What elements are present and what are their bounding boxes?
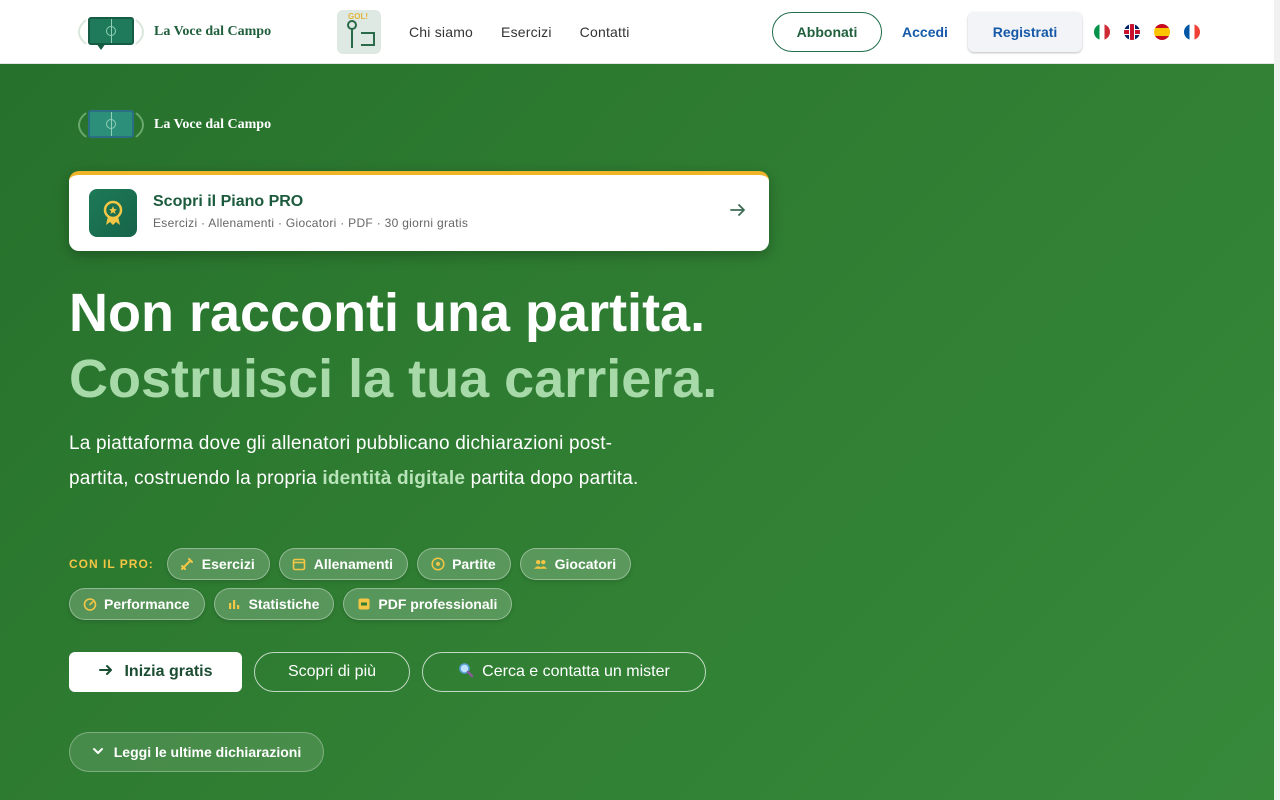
- chip-label: Allenamenti: [313, 556, 394, 572]
- flag-fr-icon[interactable]: [1184, 24, 1200, 40]
- lead-text-end: partita dopo partita.: [465, 468, 639, 489]
- arrow-right-icon: [98, 662, 114, 683]
- chip-allenamenti[interactable]: Allenamenti: [278, 548, 409, 580]
- chip-partite[interactable]: Partite: [417, 548, 511, 580]
- inizia-gratis-label: Inizia gratis: [124, 663, 213, 680]
- pro-label: CON IL PRO:: [69, 557, 154, 571]
- hero-headline: Non racconti una partita. Costruisci la …: [69, 280, 717, 412]
- inizia-gratis-button[interactable]: Inizia gratis: [69, 652, 242, 692]
- top-header: La Voce dal Campo GOL! Chi siamo Eserciz…: [0, 0, 1274, 64]
- logo-text: La Voce dal Campo: [154, 24, 272, 39]
- chevron-down-icon: [92, 744, 104, 760]
- chip-label: Giocatori: [554, 556, 617, 572]
- pro-plan-title: Scopri il Piano PRO: [153, 193, 304, 210]
- nav-contatti[interactable]: Contatti: [580, 24, 630, 40]
- magnifier-icon: [458, 662, 474, 683]
- chip-esercizi[interactable]: Esercizi: [166, 548, 270, 580]
- flag-gb-icon[interactable]: [1124, 24, 1140, 40]
- hero-logo: La Voce dal Campo: [78, 105, 271, 145]
- speech-bubble-pitch-icon: [78, 12, 144, 52]
- read-latest-button[interactable]: Leggi le ultime dichiarazioni: [69, 732, 324, 772]
- headline-line-2: Costruisci la tua carriera.: [69, 349, 718, 409]
- registrati-button[interactable]: Registrati: [968, 12, 1082, 52]
- chip-label: Statistiche: [248, 596, 320, 612]
- scopri-di-piu-button[interactable]: Scopri di più: [254, 652, 410, 692]
- search-mister-label: Cerca e contatta un mister: [482, 663, 670, 680]
- gol-goal-icon[interactable]: GOL!: [337, 10, 381, 54]
- nav-chi-siamo[interactable]: Chi siamo: [409, 24, 473, 40]
- lead-highlight: identità digitale: [322, 468, 466, 489]
- flag-es-icon[interactable]: [1154, 24, 1170, 40]
- chip-label: Partite: [452, 556, 496, 572]
- pro-features: CON IL PRO: Esercizi Allenamenti Partite…: [69, 548, 689, 620]
- header-logo[interactable]: La Voce dal Campo: [78, 12, 271, 52]
- users-icon: [533, 557, 548, 572]
- pencil-ruler-icon: [180, 557, 195, 572]
- flag-it-icon[interactable]: [1094, 24, 1110, 40]
- chip-giocatori[interactable]: Giocatori: [519, 548, 632, 580]
- chip-statistiche[interactable]: Statistiche: [213, 588, 335, 620]
- hero-lead: La piattaforma dove gli allenatori pubbl…: [69, 426, 669, 496]
- nav-esercizi[interactable]: Esercizi: [501, 24, 552, 40]
- speedometer-icon: [82, 597, 97, 612]
- chip-pdf[interactable]: PDF professionali: [343, 588, 513, 620]
- chip-label: PDF professionali: [378, 596, 498, 612]
- headline-line-1: Non racconti una partita.: [69, 283, 706, 343]
- soccer-ball-icon: [430, 557, 445, 572]
- accedi-button[interactable]: Accedi: [896, 12, 954, 52]
- chip-performance[interactable]: Performance: [69, 588, 205, 620]
- abbonati-button[interactable]: Abbonati: [772, 12, 882, 52]
- pdf-file-icon: [356, 597, 371, 612]
- read-latest-label: Leggi le ultime dichiarazioni: [113, 744, 302, 760]
- chip-label: Esercizi: [201, 556, 255, 572]
- calendar-icon: [292, 557, 307, 572]
- award-badge-icon: [89, 189, 137, 237]
- pro-plan-card[interactable]: Scopri il Piano PRO Esercizi · Allenamen…: [69, 171, 769, 251]
- pro-plan-subtitle: Esercizi · Allenamenti · Giocatori · PDF…: [153, 216, 469, 230]
- hero-logo-text: La Voce dal Campo: [154, 117, 272, 132]
- page-scrollbar[interactable]: [1274, 0, 1280, 800]
- arrow-right-icon: [729, 201, 747, 225]
- chip-label: Performance: [104, 596, 190, 612]
- speech-bubble-pitch-icon: [78, 105, 144, 145]
- language-switcher: [1094, 24, 1200, 40]
- search-mister-button[interactable]: Cerca e contatta un mister: [422, 652, 706, 692]
- main-nav: Chi siamo Esercizi Contatti: [409, 24, 630, 40]
- bar-chart-icon: [227, 597, 242, 612]
